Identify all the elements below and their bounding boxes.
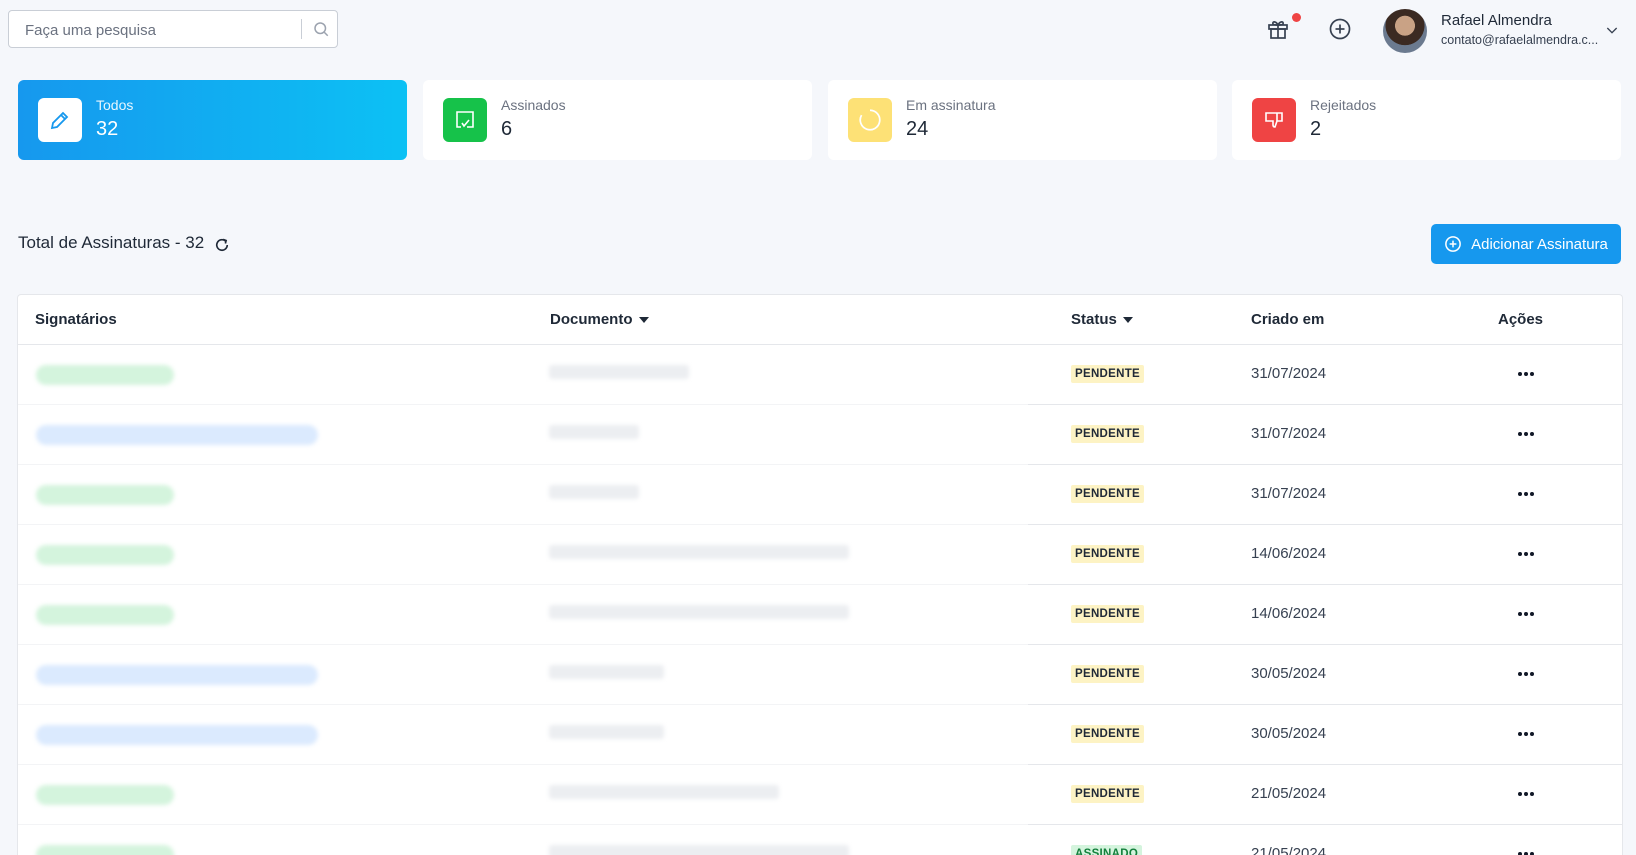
table-header: Signatários Documento Status Criado em A… <box>18 295 1622 345</box>
document-name-redacted[interactable] <box>549 725 664 739</box>
more-actions-icon[interactable] <box>1516 605 1536 623</box>
table-row[interactable]: PENDENTE 31/07/2024 <box>18 345 1622 405</box>
status-badge: PENDENTE <box>1071 605 1145 623</box>
created-date: 30/05/2024 <box>1251 725 1327 742</box>
card-label: Em assinatura <box>906 97 996 113</box>
avatar[interactable] <box>1383 9 1427 53</box>
document-name-redacted[interactable] <box>549 665 664 679</box>
table-row[interactable]: PENDENTE 30/05/2024 <box>18 645 1622 705</box>
card-assinados[interactable]: Assinados 6 <box>423 80 812 160</box>
table-row[interactable]: ASSINADO 21/05/2024 <box>18 825 1622 855</box>
status-badge: ASSINADO <box>1071 845 1143 855</box>
document-name-redacted[interactable] <box>549 425 639 439</box>
user-name[interactable]: Rafael Almendra <box>1441 12 1552 29</box>
gift-icon[interactable] <box>1266 17 1290 41</box>
document-name-redacted[interactable] <box>549 365 689 379</box>
created-date: 31/07/2024 <box>1251 485 1327 502</box>
table-row[interactable]: PENDENTE 31/07/2024 <box>18 405 1622 465</box>
sort-caret-icon[interactable] <box>638 316 649 323</box>
search-icon[interactable] <box>312 20 330 38</box>
card-rejeitados[interactable]: Rejeitados 2 <box>1232 80 1621 160</box>
add-signature-button[interactable]: Adicionar Assinatura <box>1431 224 1621 264</box>
signer-chip-redacted <box>36 725 318 745</box>
add-circle-icon <box>1445 236 1461 252</box>
signer-chip-redacted <box>36 365 174 385</box>
more-actions-icon[interactable] <box>1516 485 1536 503</box>
created-date: 21/05/2024 <box>1251 785 1327 802</box>
table-row[interactable]: PENDENTE 30/05/2024 <box>18 705 1622 765</box>
table-row[interactable]: PENDENTE 21/05/2024 <box>18 765 1622 825</box>
column-documento[interactable]: Documento <box>550 311 649 328</box>
status-badge: PENDENTE <box>1071 545 1145 563</box>
search-box[interactable] <box>8 10 338 49</box>
document-name-redacted[interactable] <box>549 605 849 619</box>
document-name-redacted[interactable] <box>549 545 849 559</box>
card-label: Assinados <box>501 97 566 113</box>
status-badge: PENDENTE <box>1071 725 1145 743</box>
notification-dot <box>1292 13 1301 22</box>
refresh-icon[interactable] <box>213 236 231 254</box>
search-input[interactable] <box>23 11 297 49</box>
status-badge: PENDENTE <box>1071 665 1145 683</box>
created-date: 31/07/2024 <box>1251 425 1327 442</box>
table-row[interactable]: PENDENTE 14/06/2024 <box>18 525 1622 585</box>
signer-chip-redacted <box>36 545 174 565</box>
card-todos[interactable]: Todos 32 <box>18 80 407 160</box>
signer-chip-redacted <box>36 425 318 445</box>
signer-chip-redacted <box>36 485 174 505</box>
card-em-assinatura[interactable]: Em assinatura 24 <box>828 80 1217 160</box>
user-email: contato@rafaelalmendra.c... <box>1441 33 1599 47</box>
chevron-down-icon[interactable] <box>1604 22 1620 38</box>
column-status[interactable]: Status <box>1071 311 1133 328</box>
thumbs-down-icon <box>1252 98 1296 142</box>
card-label: Todos <box>96 97 134 113</box>
document-name-redacted[interactable] <box>549 845 849 855</box>
document-name-redacted[interactable] <box>549 785 779 799</box>
more-actions-icon[interactable] <box>1516 785 1536 803</box>
card-value: 6 <box>501 118 513 140</box>
status-badge: PENDENTE <box>1071 365 1145 383</box>
more-actions-icon[interactable] <box>1516 665 1536 683</box>
created-date: 30/05/2024 <box>1251 665 1327 682</box>
more-actions-icon[interactable] <box>1516 725 1536 743</box>
table-row[interactable]: PENDENTE 14/06/2024 <box>18 585 1622 645</box>
column-criado-em: Criado em <box>1251 311 1325 328</box>
status-badge: PENDENTE <box>1071 425 1145 443</box>
pencil-icon <box>38 98 82 142</box>
created-date: 14/06/2024 <box>1251 605 1327 622</box>
created-date: 21/05/2024 <box>1251 845 1327 855</box>
check-square-icon <box>443 98 487 142</box>
signer-chip-redacted <box>36 785 174 805</box>
table-row[interactable]: PENDENTE 31/07/2024 <box>18 465 1622 525</box>
card-label: Rejeitados <box>1310 97 1377 113</box>
add-circle-icon[interactable] <box>1328 17 1352 41</box>
sort-caret-icon[interactable] <box>1122 316 1133 323</box>
more-actions-icon[interactable] <box>1516 845 1536 855</box>
card-value: 32 <box>96 118 119 140</box>
status-badge: PENDENTE <box>1071 785 1145 803</box>
signer-chip-redacted <box>36 665 318 685</box>
created-date: 14/06/2024 <box>1251 545 1327 562</box>
more-actions-icon[interactable] <box>1516 365 1536 383</box>
signer-chip-redacted <box>36 605 174 625</box>
search-divider <box>301 19 302 39</box>
created-date: 31/07/2024 <box>1251 365 1327 382</box>
more-actions-icon[interactable] <box>1516 425 1536 443</box>
loading-circle-icon <box>848 98 892 142</box>
status-badge: PENDENTE <box>1071 485 1145 503</box>
total-title: Total de Assinaturas - 32 <box>18 233 205 252</box>
signer-chip-redacted <box>36 845 174 855</box>
column-acoes: Ações <box>1498 311 1544 328</box>
column-signatarios: Signatários <box>35 311 117 328</box>
more-actions-icon[interactable] <box>1516 545 1536 563</box>
card-value: 2 <box>1310 118 1322 140</box>
card-value: 24 <box>906 118 929 140</box>
add-signature-label: Adicionar Assinatura <box>1471 235 1608 253</box>
document-name-redacted[interactable] <box>549 485 639 499</box>
signatures-table: Signatários Documento Status Criado em A… <box>17 294 1623 855</box>
